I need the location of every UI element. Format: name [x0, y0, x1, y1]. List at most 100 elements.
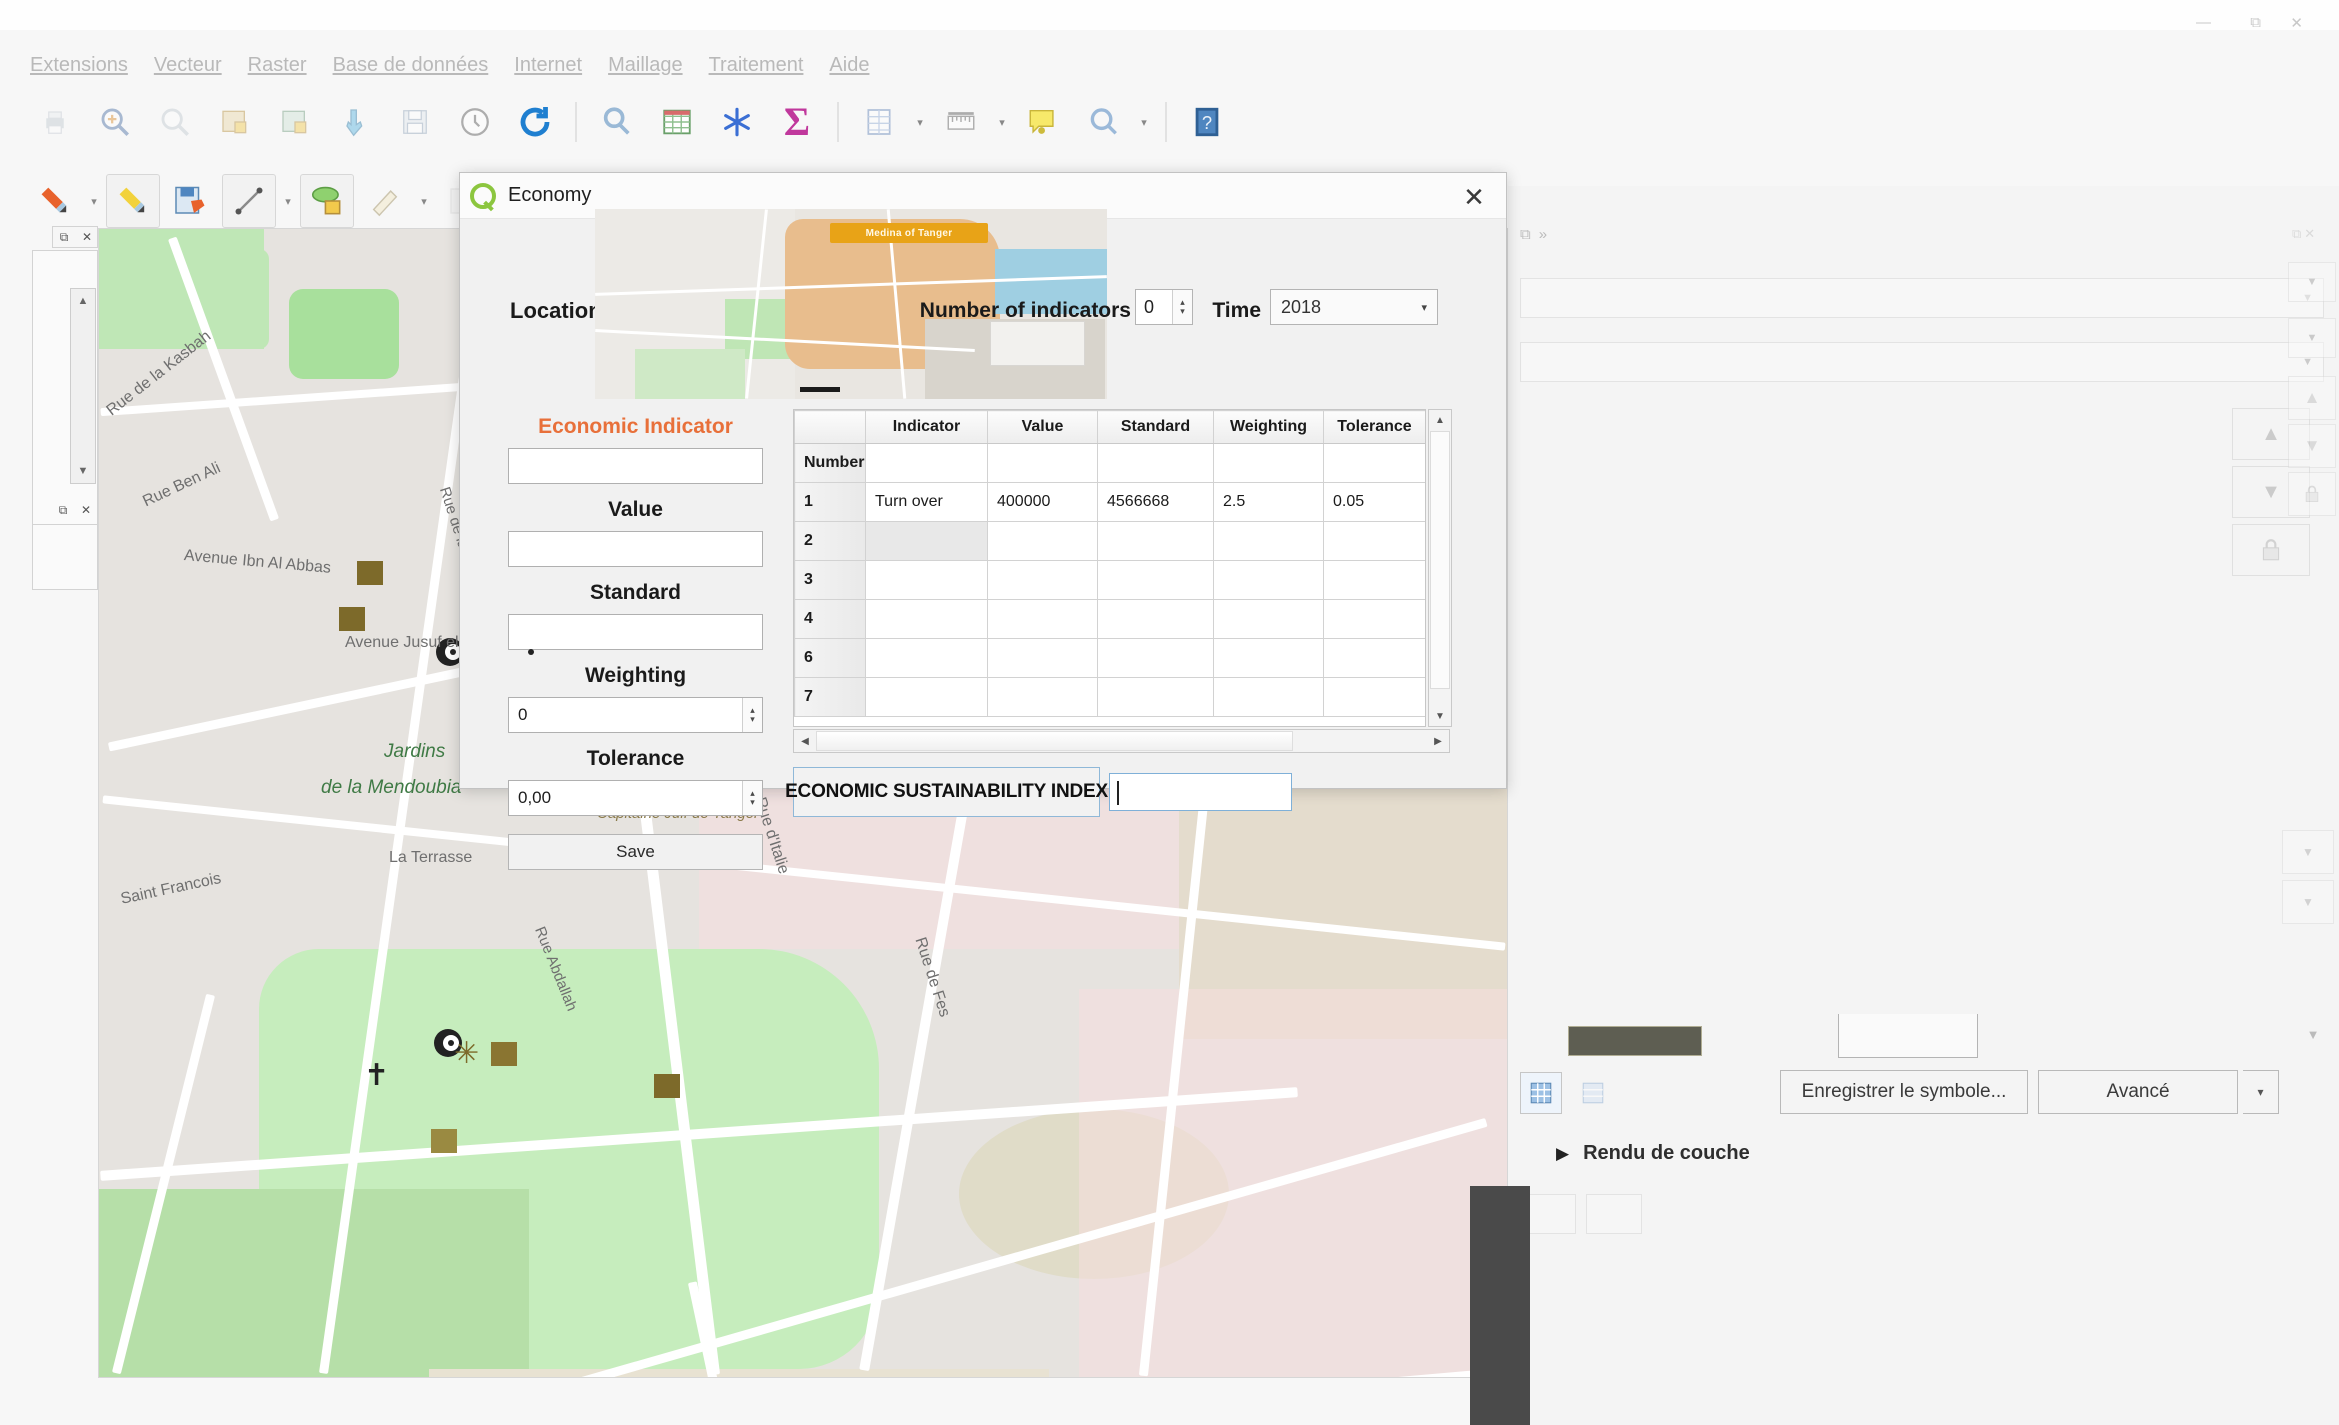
cell-value[interactable]: [987, 560, 1098, 600]
menu-vecteur[interactable]: Vecteur: [154, 54, 222, 77]
cell-standard[interactable]: [1097, 443, 1214, 483]
lock-icon[interactable]: [2232, 524, 2310, 576]
vertex-tool-icon[interactable]: [358, 174, 412, 228]
right-combo-2[interactable]: ▼: [2288, 318, 2336, 358]
cell-weighting[interactable]: [1213, 677, 1324, 717]
scroll-up-icon[interactable]: ▲: [71, 290, 95, 312]
cell-value[interactable]: [987, 677, 1098, 717]
value-input[interactable]: [508, 531, 763, 567]
close-button[interactable]: ✕: [2290, 14, 2303, 32]
cell-value[interactable]: [987, 599, 1098, 639]
annotation-icon[interactable]: [1016, 95, 1070, 149]
weighting-spinbox[interactable]: 0 ▴ ▾: [508, 697, 763, 733]
help-icon[interactable]: ?: [1180, 95, 1234, 149]
table-row[interactable]: Number: [794, 443, 1425, 483]
minimize-button[interactable]: —: [2196, 14, 2211, 31]
scroll-thumb[interactable]: [816, 731, 1293, 751]
panel-header-controls[interactable]: ⧉ »: [1520, 226, 1547, 243]
save-button[interactable]: Save: [508, 834, 763, 870]
panel-scrollbar-1[interactable]: ▲ ▼: [70, 288, 96, 484]
duplicate-view-icon[interactable]: [268, 95, 322, 149]
cell-standard[interactable]: [1097, 638, 1214, 678]
chevron-down-icon[interactable]: ▾: [416, 195, 432, 208]
tolerance-value[interactable]: 0,00: [509, 788, 742, 808]
zoom-search-icon[interactable]: [590, 95, 644, 149]
chevron-down-icon[interactable]: ▾: [86, 195, 102, 208]
table-vertical-scrollbar[interactable]: ▲ ▼: [1428, 409, 1452, 727]
close-icon[interactable]: ✕: [76, 500, 96, 520]
cell-indicator[interactable]: [865, 443, 988, 483]
table-row[interactable]: 2: [794, 521, 1425, 561]
layer-panel-header-1[interactable]: ⧉ ✕: [52, 226, 98, 248]
float-icon[interactable]: ⧉: [54, 227, 74, 247]
scroll-left-icon[interactable]: ◀: [794, 730, 816, 752]
float-icon[interactable]: ⧉: [53, 500, 73, 520]
identify-icon[interactable]: [328, 95, 382, 149]
cell-weighting[interactable]: [1213, 599, 1324, 639]
close-icon[interactable]: ✕: [2304, 226, 2315, 248]
right-combo-1[interactable]: ▼: [2288, 262, 2336, 302]
save-symbol-button[interactable]: Enregistrer le symbole...: [1780, 1070, 2028, 1114]
standard-input[interactable]: [508, 614, 763, 650]
color-swatch[interactable]: [1568, 1026, 1702, 1056]
cell-tolerance[interactable]: 0.05: [1323, 482, 1425, 522]
spinner-arrows-icon[interactable]: ▴ ▾: [1172, 290, 1192, 324]
table-header-tolerance[interactable]: Tolerance: [1323, 410, 1425, 444]
cell-value[interactable]: [987, 638, 1098, 678]
economic-sustainability-index-input[interactable]: [1109, 773, 1292, 811]
cell-tolerance[interactable]: [1323, 560, 1425, 600]
spinner-arrows-icon[interactable]: ▴ ▾: [742, 781, 762, 815]
add-line-icon[interactable]: [222, 174, 276, 228]
move-down-button-right[interactable]: ▼: [2288, 424, 2336, 468]
sigma-icon[interactable]: Σ: [770, 95, 824, 149]
cell-tolerance[interactable]: [1323, 521, 1425, 561]
table-row[interactable]: 4: [794, 599, 1425, 639]
cell-indicator[interactable]: [865, 638, 988, 678]
menu-traitement[interactable]: Traitement: [709, 54, 804, 77]
scroll-track[interactable]: [816, 730, 1427, 752]
node-tool-icon[interactable]: [300, 174, 354, 228]
cell-tolerance[interactable]: [1323, 638, 1425, 678]
cell-indicator[interactable]: Turn over: [865, 482, 988, 522]
save-edits-icon[interactable]: [164, 174, 218, 228]
cell-weighting[interactable]: [1213, 638, 1324, 678]
expand-icon[interactable]: »: [1539, 226, 1547, 243]
move-up-button-right[interactable]: ▲: [2288, 376, 2336, 420]
cell-value[interactable]: [987, 443, 1098, 483]
search-globe-icon[interactable]: [1076, 95, 1130, 149]
menu-maillage[interactable]: Maillage: [608, 54, 682, 77]
attribute-table-icon[interactable]: [650, 95, 704, 149]
new-map-view-icon[interactable]: [208, 95, 262, 149]
cell-indicator[interactable]: [865, 521, 988, 561]
cell-standard[interactable]: 4566668: [1097, 482, 1214, 522]
advanced-button[interactable]: Avancé: [2038, 1070, 2238, 1114]
cell-standard[interactable]: [1097, 560, 1214, 600]
right-combo-3[interactable]: ▼: [2282, 830, 2334, 874]
pencil-red-icon[interactable]: [28, 174, 82, 228]
number-of-indicators-spinbox[interactable]: 0 ▴ ▾: [1135, 289, 1193, 325]
weighting-value[interactable]: 0: [509, 705, 742, 725]
table-row[interactable]: 6: [794, 638, 1425, 678]
save-icon[interactable]: [388, 95, 442, 149]
cell-indicator[interactable]: [865, 599, 988, 639]
snowflake-icon[interactable]: [710, 95, 764, 149]
lock-icon-right[interactable]: [2288, 472, 2336, 516]
cell-value[interactable]: [987, 521, 1098, 561]
float-icon[interactable]: ⧉: [1520, 226, 1531, 243]
cell-indicator[interactable]: [865, 677, 988, 717]
panel-dock-controls[interactable]: ⧉ ✕: [2292, 226, 2338, 248]
layer-panel-header-2[interactable]: ⧉ ✕: [52, 500, 98, 522]
menu-raster[interactable]: Raster: [248, 54, 307, 77]
cell-value[interactable]: 400000: [987, 482, 1098, 522]
close-icon[interactable]: ✕: [77, 227, 97, 247]
table-header-standard[interactable]: Standard: [1097, 410, 1214, 444]
cell-weighting[interactable]: [1213, 560, 1324, 600]
tolerance-spinbox[interactable]: 0,00 ▴ ▾: [508, 780, 763, 816]
render-option-2[interactable]: [1586, 1194, 1642, 1234]
scroll-down-icon[interactable]: ▼: [1429, 706, 1451, 726]
table-header-blank[interactable]: [794, 410, 866, 444]
zoom-selection-icon[interactable]: [88, 95, 142, 149]
chevron-down-icon[interactable]: ▼: [2298, 1014, 2328, 1054]
list-view-icon[interactable]: [1572, 1072, 1614, 1114]
time-combobox[interactable]: 2018 ▾: [1270, 289, 1438, 325]
